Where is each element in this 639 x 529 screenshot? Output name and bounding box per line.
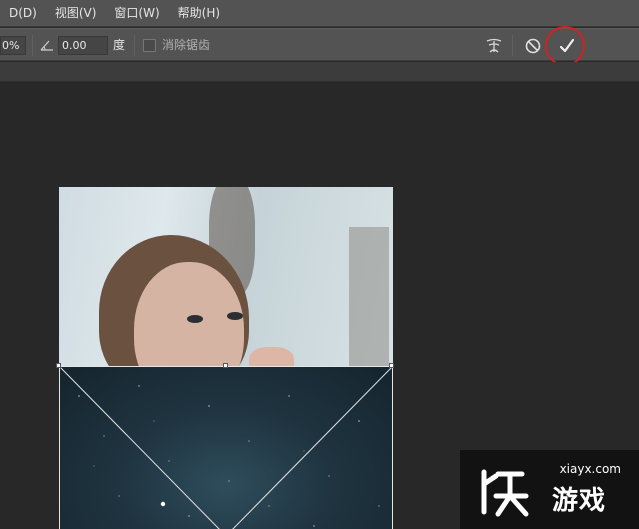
highlight-circle-annotation — [545, 26, 585, 66]
site-watermark: xiayx.com 游戏 — [460, 450, 639, 529]
menu-item-view[interactable]: 视图(V) — [46, 0, 106, 27]
transform-handle[interactable] — [56, 363, 61, 368]
antialias-label: 消除锯齿 — [162, 38, 211, 52]
hand — [249, 347, 294, 367]
cancel-transform-icon[interactable] — [524, 37, 542, 55]
options-separator — [134, 35, 135, 56]
watermark-brand: 游戏 — [552, 486, 607, 516]
menu-bar: D(D) 视图(V) 窗口(W) 帮助(H) — [0, 0, 639, 27]
rotation-angle-field[interactable]: 0.00 — [58, 36, 108, 55]
scale-percent-field[interactable]: 0% — [0, 36, 26, 55]
portrait-photo-layer — [59, 187, 393, 367]
document-tab-strip — [0, 62, 639, 82]
menu-item-window[interactable]: 窗口(W) — [105, 0, 168, 27]
eye — [187, 315, 203, 323]
transform-handle[interactable] — [223, 363, 228, 368]
angle-icon — [40, 40, 53, 51]
angle-unit-label: 度 — [113, 38, 126, 52]
menu-item-help[interactable]: 帮助(H) — [169, 0, 229, 27]
options-separator — [32, 35, 33, 56]
transform-handle[interactable] — [389, 363, 394, 368]
watermark-logo-icon — [481, 469, 529, 517]
menu-item-layer[interactable]: D(D) — [0, 0, 46, 27]
eye — [227, 312, 243, 320]
options-bar: 0% 0.00 度 消除锯齿 — [0, 28, 639, 61]
transform-guides — [59, 366, 393, 529]
watermark-url: xiayx.com — [559, 462, 621, 476]
photoshop-window: D(D) 视图(V) 窗口(W) 帮助(H) 0% 0.00 度 消除锯齿 xi… — [0, 0, 639, 529]
options-separator — [512, 35, 513, 56]
background-tree — [349, 227, 389, 367]
antialias-checkbox[interactable] — [143, 39, 156, 52]
warp-mode-icon[interactable] — [484, 36, 504, 56]
starry-sky-layer[interactable] — [59, 366, 393, 529]
